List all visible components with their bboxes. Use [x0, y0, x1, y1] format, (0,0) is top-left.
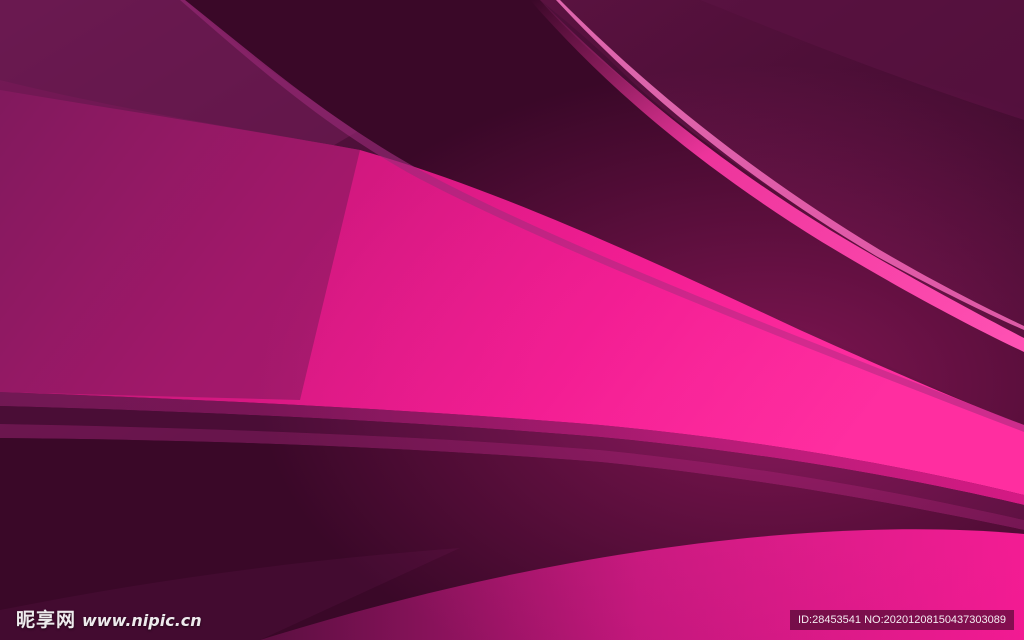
- watermark-brand: 昵享网: [16, 609, 77, 631]
- watermark-logo: 昵享网 www.nipic.cn: [16, 605, 202, 632]
- watermark-bar: 昵享网 www.nipic.cn ID:28453541 NO:20201208…: [0, 600, 1024, 640]
- wallpaper-canvas: 昵享网 www.nipic.cn ID:28453541 NO:20201208…: [0, 0, 1024, 640]
- abstract-wave-background: [0, 0, 1024, 640]
- watermark-id-badge: ID:28453541 NO:20201208150437303089: [790, 610, 1014, 630]
- watermark-site-url: www.nipic.cn: [82, 611, 202, 630]
